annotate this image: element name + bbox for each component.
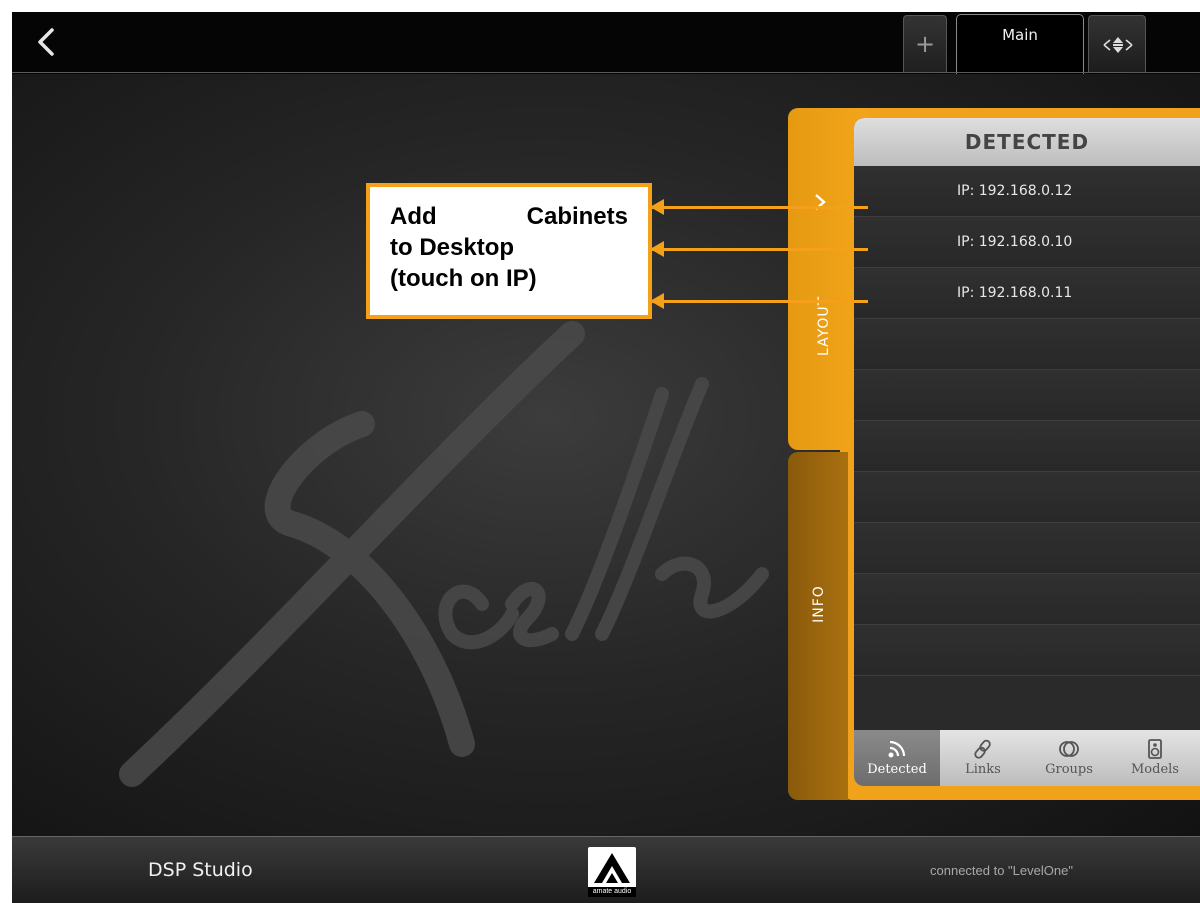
annotation-callout: Add Cabinets to Desktop (touch on IP)	[366, 183, 652, 319]
tab-main[interactable]: Main	[956, 14, 1084, 74]
back-button[interactable]	[28, 22, 68, 62]
ip-label: IP: 192.168.0.12	[957, 183, 1073, 199]
callout-line-1: Add Cabinets	[390, 201, 628, 232]
footer-tab-groups[interactable]: Groups	[1026, 730, 1112, 786]
footer-tab-label: Links	[965, 762, 1001, 777]
link-icon	[974, 739, 991, 759]
signal-icon	[888, 740, 906, 758]
layout-tab-label: LAYOUT	[816, 295, 832, 356]
ip-label: IP: 192.168.0.10	[957, 234, 1073, 250]
panel-footer-tabs: Detected Links Groups Models	[854, 730, 1200, 786]
detected-ip-row[interactable]: IP: 192.168.0.11	[854, 268, 1200, 319]
top-bar-divider	[12, 72, 1200, 73]
footer-tab-detected[interactable]: Detected	[854, 730, 940, 786]
info-tab-label: INFO	[811, 585, 827, 623]
move-arrows-icon	[1103, 37, 1133, 53]
footer-tab-label: Models	[1131, 762, 1179, 777]
collapse-panel-button[interactable]	[810, 192, 830, 212]
bottom-bar: DSP Studio amate audio connected to "Lev…	[12, 836, 1200, 903]
tab-main-label: Main	[1002, 26, 1038, 44]
detected-panel: DETECTED IP: 192.168.0.12 IP: 192.168.0.…	[854, 118, 1200, 786]
empty-row	[854, 523, 1200, 574]
ip-label: IP: 192.168.0.11	[957, 285, 1073, 301]
logo-mark-icon	[594, 853, 630, 883]
xcelle-watermark	[119, 321, 769, 787]
footer-tab-models[interactable]: Models	[1112, 730, 1198, 786]
chevron-left-icon	[38, 28, 54, 56]
logo-text: amate audio	[588, 887, 636, 897]
footer-tab-label: Detected	[867, 762, 927, 777]
callout-arrow	[650, 241, 868, 257]
footer-tab-label: Groups	[1045, 762, 1093, 777]
connection-status: connected to "LevelOne"	[930, 863, 1073, 878]
empty-row	[854, 574, 1200, 625]
empty-row	[854, 421, 1200, 472]
detected-ip-row[interactable]: IP: 192.168.0.10	[854, 217, 1200, 268]
app-name: DSP Studio	[148, 859, 253, 881]
callout-arrow	[650, 293, 868, 309]
callout-line-2: to Desktop	[390, 234, 515, 261]
amate-audio-logo: amate audio	[588, 847, 636, 897]
empty-row	[854, 370, 1200, 421]
callout-word: Cabinets	[526, 203, 628, 230]
empty-row	[854, 472, 1200, 523]
callout-word: Add	[390, 203, 437, 230]
callout-arrow	[650, 199, 868, 215]
callout-line-3: (touch on IP)	[390, 265, 537, 292]
panel-title: DETECTED	[854, 118, 1200, 166]
top-bar: + Main	[12, 12, 1200, 74]
chevron-right-icon	[815, 194, 826, 210]
detected-ip-row[interactable]: IP: 192.168.0.12	[854, 166, 1200, 217]
detected-list: IP: 192.168.0.12 IP: 192.168.0.10 IP: 19…	[854, 166, 1200, 676]
app-window: + Main LAYOUT INFO DETECTED IP: 192.168.…	[12, 12, 1200, 903]
tab-add-button[interactable]: +	[903, 15, 947, 73]
empty-row	[854, 319, 1200, 370]
empty-row	[854, 625, 1200, 676]
rings-icon	[1059, 741, 1079, 757]
footer-tab-links[interactable]: Links	[940, 730, 1026, 786]
plus-icon: +	[914, 30, 936, 58]
tab-move-button[interactable]	[1088, 15, 1146, 73]
speaker-icon	[1148, 739, 1162, 759]
